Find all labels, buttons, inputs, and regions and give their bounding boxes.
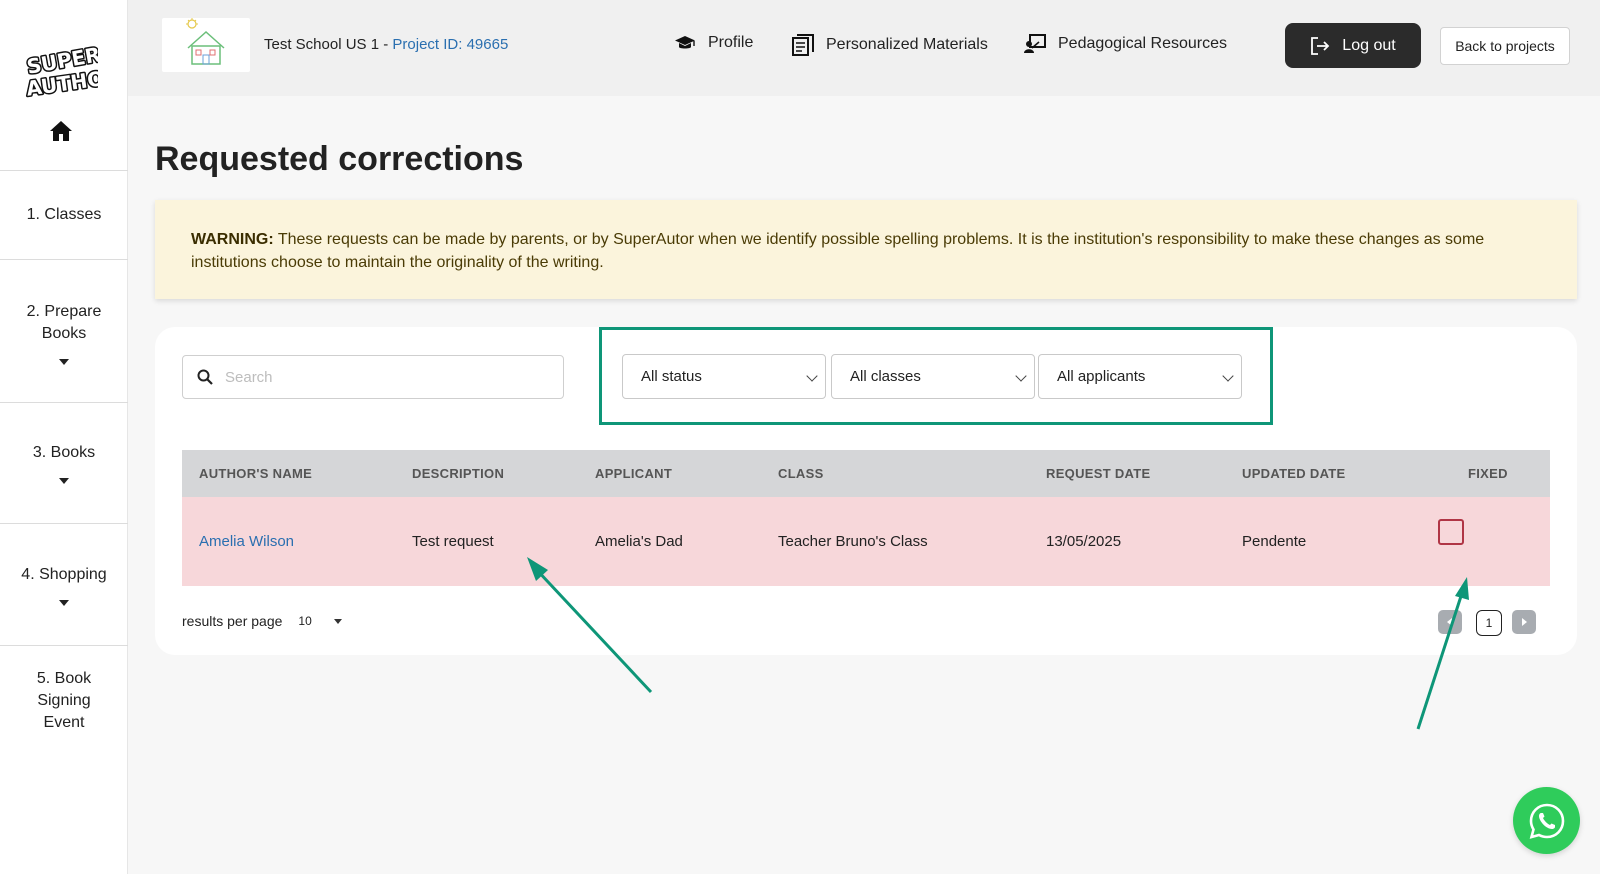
chevron-down-icon	[806, 370, 818, 382]
updated-date-cell: Pendente	[1242, 533, 1307, 550]
books-icon	[792, 34, 814, 56]
results-per-page[interactable]: results per page 10	[182, 613, 342, 629]
prev-page-button[interactable]	[1438, 610, 1462, 634]
home-icon[interactable]	[49, 120, 73, 142]
presentation-icon	[1024, 34, 1046, 53]
sidebar-item-label: 5. Book Signing Event	[36, 669, 92, 731]
nav-label: Profile	[708, 34, 754, 51]
sidebar-item-label: 3. Books	[32, 444, 96, 461]
applicant-cell: Amelia's Dad	[595, 533, 683, 550]
back-label: Back to projects	[1455, 38, 1555, 54]
column-header-author[interactable]: AUTHOR'S NAME	[199, 466, 312, 481]
sidebar-item-book-signing-event[interactable]: 5. Book Signing Event	[0, 645, 128, 755]
back-to-projects-button[interactable]: Back to projects	[1440, 27, 1570, 65]
nav-pedagogical-resources[interactable]: Pedagogical Resources	[1024, 34, 1227, 54]
caret-down-icon	[333, 618, 342, 624]
page-title: Requested corrections	[155, 140, 524, 178]
graduation-cap-icon	[675, 36, 695, 49]
school-name: Test School US 1 -	[264, 36, 393, 53]
column-header-request-date[interactable]: REQUEST DATE	[1046, 466, 1150, 481]
sidebar-item-shopping[interactable]: 4. Shopping	[0, 523, 128, 645]
sidebar-item-label: 2. Prepare Books	[26, 303, 102, 342]
warning-text: These requests can be made by parents, o…	[191, 231, 1485, 271]
whatsapp-chat-button[interactable]	[1513, 787, 1580, 854]
nav-label: Pedagogical Resources	[1058, 35, 1227, 52]
class-cell: Teacher Bruno's Class	[778, 533, 928, 550]
search-input[interactable]	[225, 368, 545, 386]
next-page-button[interactable]	[1512, 610, 1536, 634]
school-logo	[162, 18, 250, 72]
caret-down-icon	[59, 599, 69, 606]
page-number-button[interactable]: 1	[1476, 610, 1502, 636]
column-header-applicant[interactable]: APPLICANT	[595, 466, 672, 481]
column-header-class[interactable]: CLASS	[778, 466, 824, 481]
school-house-icon	[186, 18, 225, 65]
results-per-page-label: results per page	[182, 613, 283, 629]
school-info: Test School US 1 - Project ID: 49665	[264, 36, 508, 53]
logout-button[interactable]: Log out	[1285, 23, 1421, 68]
chevron-down-icon	[1015, 370, 1027, 382]
fixed-checkbox[interactable]	[1438, 519, 1464, 545]
classes-select-value: All classes	[850, 368, 921, 385]
corrections-table: AUTHOR'S NAME DESCRIPTION APPLICANT CLAS…	[182, 450, 1550, 586]
corrections-card: All status All classes All applicants AU…	[155, 327, 1577, 655]
warning-banner: WARNING: These requests can be made by p…	[155, 200, 1577, 299]
status-select[interactable]: All status	[622, 354, 826, 399]
logout-icon	[1311, 36, 1330, 55]
author-name-link[interactable]: Amelia Wilson	[199, 533, 294, 550]
search-icon	[197, 369, 213, 385]
column-header-description[interactable]: DESCRIPTION	[412, 466, 504, 481]
sidebar-item-label: 4. Shopping	[21, 565, 107, 583]
super-author-logo[interactable]: SUPER AUTHOR	[24, 44, 98, 98]
results-per-page-value: 10	[298, 614, 312, 628]
chevron-down-icon	[1222, 370, 1234, 382]
request-date-cell: 13/05/2025	[1046, 533, 1122, 550]
header: Test School US 1 - Project ID: 49665 Pro…	[128, 0, 1600, 96]
nav-profile[interactable]: Profile	[674, 34, 753, 52]
sidebar-item-books[interactable]: 3. Books	[0, 402, 128, 523]
sidebar-item-classes[interactable]: 1. Classes	[0, 170, 128, 259]
column-header-fixed[interactable]: FIXED	[1468, 466, 1508, 481]
applicants-select-value: All applicants	[1057, 368, 1146, 385]
project-id-link[interactable]: Project ID: 49665	[392, 36, 508, 53]
search-box[interactable]	[182, 355, 564, 399]
logout-label: Log out	[1342, 36, 1396, 54]
caret-down-icon	[59, 359, 69, 365]
caret-down-icon	[59, 478, 69, 484]
table-header: AUTHOR'S NAME DESCRIPTION APPLICANT CLAS…	[182, 450, 1550, 497]
status-select-value: All status	[641, 368, 702, 385]
nav-personalized-materials[interactable]: Personalized Materials	[792, 34, 988, 56]
chevron-right-icon	[1522, 618, 1527, 626]
table-row: Amelia Wilson Test request Amelia's Dad …	[182, 497, 1550, 586]
sidebar: SUPER AUTHOR 1. Classes 2. Prepare Books…	[0, 0, 128, 874]
whatsapp-icon	[1529, 803, 1564, 839]
chevron-left-icon	[1447, 618, 1452, 626]
nav-label: Personalized Materials	[826, 36, 988, 53]
sidebar-item-prepare-books[interactable]: 2. Prepare Books	[0, 259, 128, 402]
warning-strong: WARNING:	[191, 231, 274, 248]
classes-select[interactable]: All classes	[831, 354, 1035, 399]
description-cell: Test request	[412, 533, 494, 550]
sidebar-item-label: 1. Classes	[26, 206, 102, 223]
applicants-select[interactable]: All applicants	[1038, 354, 1242, 399]
column-header-updated-date[interactable]: UPDATED DATE	[1242, 466, 1346, 481]
